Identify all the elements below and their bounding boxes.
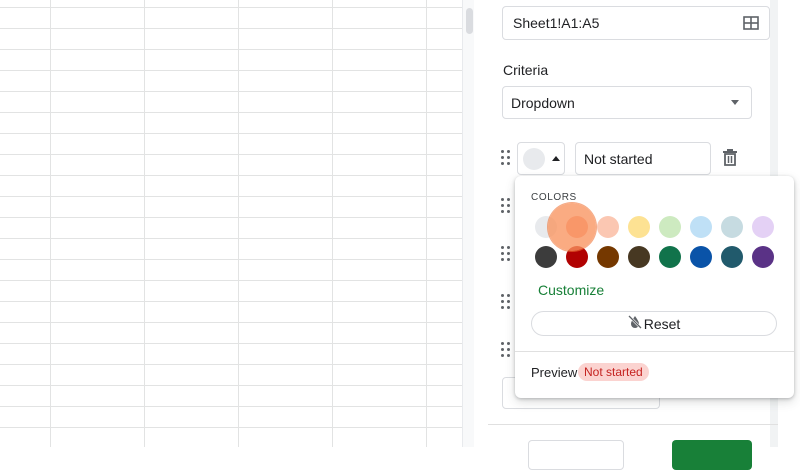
drag-handle-icon[interactable] [501, 246, 511, 262]
color-swatch[interactable] [659, 246, 681, 268]
color-swatch[interactable] [721, 246, 743, 268]
colors-heading: COLORS [531, 192, 577, 203]
done-button[interactable] [672, 440, 752, 470]
criteria-dropdown[interactable]: Dropdown [502, 86, 752, 119]
footer-divider [488, 424, 778, 425]
drag-handle-icon[interactable] [501, 342, 511, 358]
criteria-selected-value: Dropdown [511, 94, 575, 111]
color-swatch[interactable] [628, 246, 650, 268]
popup-divider [515, 351, 794, 352]
color-swatch[interactable] [690, 246, 712, 268]
preview-label: Preview [531, 365, 578, 380]
color-swatch[interactable] [628, 216, 650, 238]
reset-button[interactable]: Reset [531, 311, 777, 336]
color-swatch[interactable] [721, 216, 743, 238]
format-color-reset-icon [627, 315, 642, 332]
chevron-up-icon [552, 156, 560, 161]
dropdown-item-input[interactable]: Not started [575, 142, 711, 175]
grid-scrollbar[interactable] [462, 0, 474, 447]
drag-handle-icon[interactable] [501, 198, 511, 214]
cancel-button[interactable] [528, 440, 624, 470]
spreadsheet-grid[interactable] [0, 0, 462, 447]
criteria-label: Criteria [503, 62, 549, 78]
color-swatch[interactable] [752, 216, 774, 238]
apply-to-range-input[interactable]: Sheet1!A1:A5 [502, 6, 770, 40]
trash-icon[interactable] [722, 148, 738, 172]
drag-handle-icon[interactable] [501, 294, 511, 310]
select-range-grid-icon[interactable] [743, 16, 759, 30]
click-highlight-indicator [548, 203, 596, 251]
chevron-down-icon [731, 100, 739, 105]
reset-label: Reset [643, 315, 681, 332]
color-swatch[interactable] [690, 216, 712, 238]
customize-color-link[interactable]: Customize [538, 282, 604, 298]
grid-scrollbar-thumb[interactable] [466, 8, 473, 34]
drag-handle-icon[interactable] [501, 150, 511, 166]
color-swatch[interactable] [535, 246, 557, 268]
range-value: Sheet1!A1:A5 [513, 15, 600, 31]
color-swatch[interactable] [752, 246, 774, 268]
item-color-swatch [523, 147, 545, 170]
color-swatch[interactable] [659, 216, 681, 238]
color-swatch[interactable] [597, 216, 619, 238]
color-swatch[interactable] [597, 246, 619, 268]
item-color-picker-button[interactable] [517, 142, 565, 175]
dropdown-item-value: Not started [584, 150, 653, 167]
preview-chip: Not started [578, 363, 649, 381]
